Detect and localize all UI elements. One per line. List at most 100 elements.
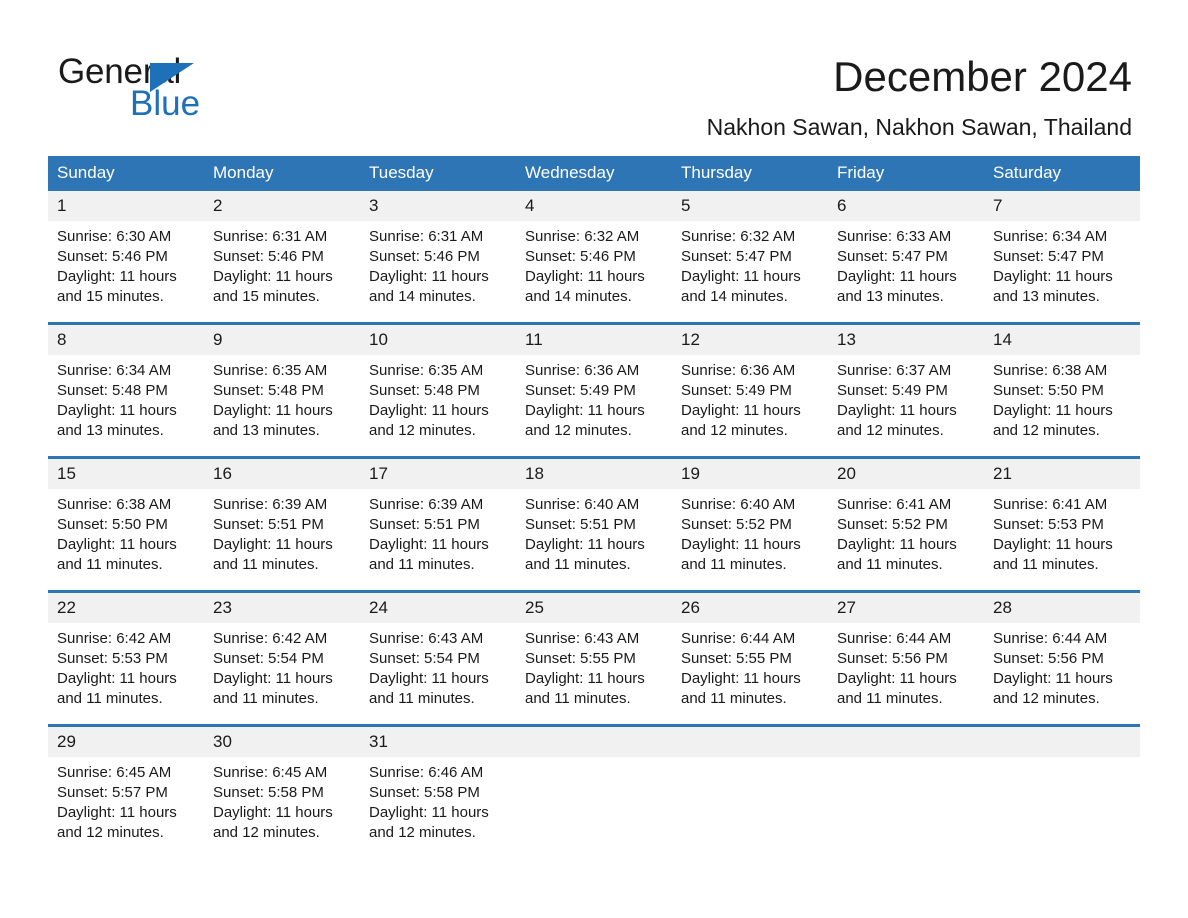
sunset-text: Sunset: 5:48 PM [213,382,324,399]
day-cell[interactable]: 10 Sunrise: 6:35 AM Sunset: 5:48 PM Dayl… [360,322,516,458]
day-details: Sunrise: 6:35 AM Sunset: 5:48 PM Dayligh… [204,355,360,441]
daylight-text: Daylight: 11 hours and 12 minutes. [369,804,489,841]
day-number [672,727,828,757]
day-cell[interactable]: 9 Sunrise: 6:35 AM Sunset: 5:48 PM Dayli… [204,322,360,458]
sunrise-text: Sunrise: 6:32 AM [681,228,796,245]
sunrise-text: Sunrise: 6:35 AM [213,362,328,379]
day-cell[interactable]: 6 Sunrise: 6:33 AM Sunset: 5:47 PM Dayli… [828,191,984,324]
day-details: Sunrise: 6:40 AM Sunset: 5:51 PM Dayligh… [516,489,672,575]
day-number: 1 [48,191,204,221]
day-number: 29 [48,727,204,757]
daylight-text: Daylight: 11 hours and 11 minutes. [993,536,1113,573]
sunrise-text: Sunrise: 6:46 AM [369,764,484,781]
day-cell[interactable]: 31 Sunrise: 6:46 AM Sunset: 5:58 PM Dayl… [360,724,516,858]
daylight-text: Daylight: 11 hours and 12 minutes. [837,402,957,439]
day-cell[interactable]: 18 Sunrise: 6:40 AM Sunset: 5:51 PM Dayl… [516,456,672,592]
daylight-text: Daylight: 11 hours and 11 minutes. [681,670,801,707]
day-cell[interactable]: 3 Sunrise: 6:31 AM Sunset: 5:46 PM Dayli… [360,191,516,324]
daylight-text: Daylight: 11 hours and 11 minutes. [837,536,957,573]
day-details: Sunrise: 6:42 AM Sunset: 5:53 PM Dayligh… [48,623,204,709]
daylight-text: Daylight: 11 hours and 11 minutes. [525,670,645,707]
daylight-text: Daylight: 11 hours and 13 minutes. [993,268,1113,305]
day-number: 14 [984,325,1140,355]
daylight-text: Daylight: 11 hours and 11 minutes. [369,670,489,707]
day-details: Sunrise: 6:41 AM Sunset: 5:53 PM Dayligh… [984,489,1140,575]
day-cell[interactable]: 28 Sunrise: 6:44 AM Sunset: 5:56 PM Dayl… [984,590,1140,726]
sunrise-text: Sunrise: 6:39 AM [213,496,328,513]
generalblue-logo[interactable]: General Blue [58,52,318,124]
day-number: 20 [828,459,984,489]
day-cell[interactable]: 14 Sunrise: 6:38 AM Sunset: 5:50 PM Dayl… [984,322,1140,458]
sunrise-text: Sunrise: 6:40 AM [525,496,640,513]
sunrise-text: Sunrise: 6:44 AM [837,630,952,647]
day-number: 25 [516,593,672,623]
day-cell[interactable]: 4 Sunrise: 6:32 AM Sunset: 5:46 PM Dayli… [516,191,672,324]
day-cell[interactable]: 22 Sunrise: 6:42 AM Sunset: 5:53 PM Dayl… [48,590,204,726]
sunrise-text: Sunrise: 6:44 AM [681,630,796,647]
day-cell[interactable]: 16 Sunrise: 6:39 AM Sunset: 5:51 PM Dayl… [204,456,360,592]
day-number: 6 [828,191,984,221]
sunset-text: Sunset: 5:57 PM [57,784,168,801]
day-cell[interactable]: 11 Sunrise: 6:36 AM Sunset: 5:49 PM Dayl… [516,322,672,458]
daylight-text: Daylight: 11 hours and 12 minutes. [993,670,1113,707]
day-details: Sunrise: 6:38 AM Sunset: 5:50 PM Dayligh… [48,489,204,575]
day-details: Sunrise: 6:44 AM Sunset: 5:56 PM Dayligh… [984,623,1140,709]
day-cell[interactable]: 17 Sunrise: 6:39 AM Sunset: 5:51 PM Dayl… [360,456,516,592]
sunrise-text: Sunrise: 6:30 AM [57,228,172,245]
day-cell[interactable]: 20 Sunrise: 6:41 AM Sunset: 5:52 PM Dayl… [828,456,984,592]
sunset-text: Sunset: 5:58 PM [369,784,480,801]
day-cell[interactable]: 23 Sunrise: 6:42 AM Sunset: 5:54 PM Dayl… [204,590,360,726]
day-cell[interactable]: 15 Sunrise: 6:38 AM Sunset: 5:50 PM Dayl… [48,456,204,592]
daylight-text: Daylight: 11 hours and 12 minutes. [213,804,333,841]
day-cell[interactable]: 8 Sunrise: 6:34 AM Sunset: 5:48 PM Dayli… [48,322,204,458]
sunrise-text: Sunrise: 6:38 AM [57,496,172,513]
day-cell-empty [672,724,828,858]
sunrise-text: Sunrise: 6:36 AM [525,362,640,379]
day-cell[interactable]: 5 Sunrise: 6:32 AM Sunset: 5:47 PM Dayli… [672,191,828,324]
day-details: Sunrise: 6:32 AM Sunset: 5:47 PM Dayligh… [672,221,828,307]
calendar-week-row: 8 Sunrise: 6:34 AM Sunset: 5:48 PM Dayli… [48,322,1140,458]
day-details: Sunrise: 6:43 AM Sunset: 5:54 PM Dayligh… [360,623,516,709]
day-number: 11 [516,325,672,355]
daylight-text: Daylight: 11 hours and 11 minutes. [681,536,801,573]
sunset-text: Sunset: 5:48 PM [369,382,480,399]
day-cell[interactable]: 27 Sunrise: 6:44 AM Sunset: 5:56 PM Dayl… [828,590,984,726]
day-cell[interactable]: 30 Sunrise: 6:45 AM Sunset: 5:58 PM Dayl… [204,724,360,858]
calendar-header-row: Sunday Monday Tuesday Wednesday Thursday… [48,156,1140,191]
sunset-text: Sunset: 5:50 PM [57,516,168,533]
sunrise-text: Sunrise: 6:44 AM [993,630,1108,647]
day-cell[interactable]: 7 Sunrise: 6:34 AM Sunset: 5:47 PM Dayli… [984,191,1140,324]
day-details: Sunrise: 6:46 AM Sunset: 5:58 PM Dayligh… [360,757,516,843]
day-cell[interactable]: 24 Sunrise: 6:43 AM Sunset: 5:54 PM Dayl… [360,590,516,726]
day-cell[interactable]: 26 Sunrise: 6:44 AM Sunset: 5:55 PM Dayl… [672,590,828,726]
sunset-text: Sunset: 5:47 PM [837,248,948,265]
sunrise-text: Sunrise: 6:42 AM [57,630,172,647]
sunset-text: Sunset: 5:48 PM [57,382,168,399]
day-number: 16 [204,459,360,489]
day-number: 26 [672,593,828,623]
day-cell[interactable]: 2 Sunrise: 6:31 AM Sunset: 5:46 PM Dayli… [204,191,360,324]
day-cell[interactable]: 19 Sunrise: 6:40 AM Sunset: 5:52 PM Dayl… [672,456,828,592]
day-cell[interactable]: 29 Sunrise: 6:45 AM Sunset: 5:57 PM Dayl… [48,724,204,858]
day-cell[interactable]: 25 Sunrise: 6:43 AM Sunset: 5:55 PM Dayl… [516,590,672,726]
sunset-text: Sunset: 5:55 PM [681,650,792,667]
day-cell[interactable]: 13 Sunrise: 6:37 AM Sunset: 5:49 PM Dayl… [828,322,984,458]
day-details: Sunrise: 6:39 AM Sunset: 5:51 PM Dayligh… [360,489,516,575]
calendar-week-row: 29 Sunrise: 6:45 AM Sunset: 5:57 PM Dayl… [48,724,1140,858]
weekday-header-tuesday: Tuesday [360,156,516,191]
day-cell[interactable]: 1 Sunrise: 6:30 AM Sunset: 5:46 PM Dayli… [48,191,204,324]
day-details: Sunrise: 6:35 AM Sunset: 5:48 PM Dayligh… [360,355,516,441]
sunset-text: Sunset: 5:56 PM [837,650,948,667]
logo-text-blue: Blue [130,84,201,123]
day-number: 13 [828,325,984,355]
day-details: Sunrise: 6:34 AM Sunset: 5:47 PM Dayligh… [984,221,1140,307]
day-cell[interactable]: 12 Sunrise: 6:36 AM Sunset: 5:49 PM Dayl… [672,322,828,458]
daylight-text: Daylight: 11 hours and 11 minutes. [213,670,333,707]
day-number: 5 [672,191,828,221]
calendar-page: General Blue December 2024 Nakhon Sawan,… [0,0,1188,918]
day-details: Sunrise: 6:30 AM Sunset: 5:46 PM Dayligh… [48,221,204,307]
weekday-header-thursday: Thursday [672,156,828,191]
day-details: Sunrise: 6:44 AM Sunset: 5:55 PM Dayligh… [672,623,828,709]
day-cell[interactable]: 21 Sunrise: 6:41 AM Sunset: 5:53 PM Dayl… [984,456,1140,592]
daylight-text: Daylight: 11 hours and 13 minutes. [213,402,333,439]
